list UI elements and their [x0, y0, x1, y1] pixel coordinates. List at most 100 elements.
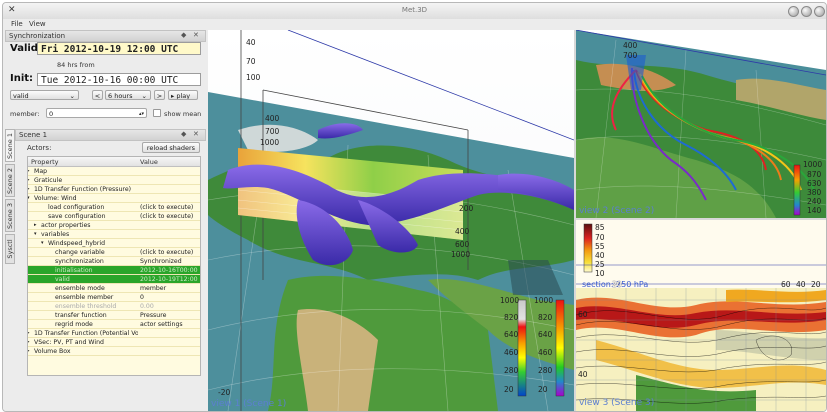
- step-back-button[interactable]: <: [92, 90, 103, 100]
- tree-row[interactable]: ▸ Map: [28, 167, 200, 176]
- property-name: load configuration: [48, 204, 105, 211]
- init-time-field[interactable]: Tue 2012-10-16 00:00 UTC: [37, 73, 201, 86]
- property-name: ensemble threshold: [55, 303, 117, 310]
- colorbar-tick: 820: [504, 313, 519, 322]
- float-icon[interactable]: ◆: [181, 31, 186, 39]
- init-label: Init:: [10, 73, 34, 84]
- step-select[interactable]: 6 hours ⌄: [105, 90, 151, 100]
- scene-dock-title: Scene 1 ◆ ✕: [15, 129, 206, 141]
- tree-row[interactable]: ▸ 1D Transfer Function (Potential Vortici…: [28, 329, 200, 338]
- tree-row[interactable]: change variable (click to execute): [28, 248, 200, 257]
- valid-time-field[interactable]: Fri 2012-10-19 12:00 UTC: [37, 42, 201, 55]
- tree-row[interactable]: ▸ VSec: PV, PT and Wind: [28, 338, 200, 347]
- tab-scene-1[interactable]: Scene 1: [5, 129, 15, 162]
- tree-row[interactable]: ▾ variables: [28, 230, 200, 239]
- axis-tick: 1000: [260, 138, 280, 147]
- expand-right-icon[interactable]: ▸: [28, 347, 30, 356]
- view-1[interactable]: 40 70 100 400 700 1000 -20 200 400 600 1…: [208, 30, 574, 411]
- minimize-button[interactable]: [788, 6, 799, 17]
- tree-row[interactable]: ensemble member 0: [28, 293, 200, 302]
- property-name: VSec: PV, PT and Wind: [34, 339, 104, 346]
- tree-row[interactable]: ▸ Graticule: [28, 176, 200, 185]
- longitude-tick: 60: [781, 280, 791, 289]
- colorbar-tick: 240: [807, 197, 822, 206]
- property-value: Synchronized: [140, 258, 182, 265]
- property-name: change variable: [55, 249, 105, 256]
- colorbar-tick: 1000: [803, 160, 823, 169]
- maximize-button[interactable]: [801, 6, 812, 17]
- property-name: Volume: Wind: [34, 195, 77, 202]
- col-value: Value: [140, 158, 158, 166]
- tree-row[interactable]: load configuration (click to execute): [28, 203, 200, 212]
- property-name: save configuration: [48, 213, 106, 220]
- property-name: Graticule: [34, 177, 63, 184]
- tree-row[interactable]: save configuration (click to execute): [28, 212, 200, 221]
- expand-right-icon[interactable]: ▸: [28, 167, 30, 176]
- show-mean-label: show mean: [164, 110, 202, 118]
- expand-right-icon[interactable]: ▸: [28, 329, 30, 338]
- property-name: valid: [55, 276, 70, 283]
- longitude-tick: 20: [811, 280, 821, 289]
- tree-row[interactable]: regrid mode actor settings: [28, 320, 200, 329]
- play-button[interactable]: ▸ play: [168, 90, 198, 100]
- view-3[interactable]: 85 70 55 40 25 10 section: 250 hPa 20 60…: [576, 220, 826, 411]
- property-value: 0: [140, 294, 144, 301]
- tree-row[interactable]: ▸ Volume Box: [28, 347, 200, 356]
- expand-down-icon[interactable]: ▾: [34, 230, 37, 239]
- tree-row[interactable]: synchronization Synchronized: [28, 257, 200, 266]
- property-name: Map: [34, 168, 48, 175]
- colorbar-tick: 640: [538, 330, 553, 339]
- property-name: 1D Transfer Function (Pressure): [34, 186, 132, 193]
- tree-row[interactable]: ▾ Volume: Wind: [28, 194, 200, 203]
- property-name: transfer function: [55, 312, 107, 319]
- show-mean-checkbox[interactable]: [153, 109, 161, 117]
- tree-row[interactable]: transfer function Pressure: [28, 311, 200, 320]
- menu-view[interactable]: View: [29, 20, 46, 28]
- tab-scene-2[interactable]: Scene 2: [5, 164, 15, 197]
- property-name: ensemble member: [55, 294, 114, 301]
- colorbar-tick: 25: [595, 260, 605, 269]
- spinner-arrows-icon: ▴▾: [138, 111, 144, 117]
- tree-row[interactable]: ▸ actor properties: [28, 221, 200, 230]
- expand-down-icon[interactable]: ▾: [41, 239, 44, 248]
- expand-right-icon[interactable]: ▸: [28, 185, 30, 194]
- sync-mode-select[interactable]: valid ⌄: [10, 90, 79, 100]
- tree-row[interactable]: valid 2012-10-19T12:00: [28, 275, 200, 284]
- view-1-label: view 1 (Scene 1): [211, 399, 287, 409]
- tree-row[interactable]: ▾ Windspeed_hybrid: [28, 239, 200, 248]
- member-spinbox[interactable]: 0 ▴▾: [46, 108, 147, 118]
- colorbar-tick: 85: [595, 223, 605, 232]
- view-2[interactable]: 400 700 1000 870 630 380 240 140 view 2 …: [576, 30, 826, 218]
- float-icon[interactable]: ◆: [181, 130, 186, 138]
- reload-shaders-button[interactable]: reload shaders: [142, 142, 200, 153]
- axis-tick: 100: [246, 73, 261, 82]
- expand-right-icon[interactable]: ▸: [28, 338, 30, 347]
- close-button[interactable]: [814, 6, 825, 17]
- dock-close-icon[interactable]: ✕: [193, 31, 199, 39]
- tree-header: Property Value: [28, 157, 200, 167]
- latitude-tick: 60: [578, 310, 588, 319]
- view-2-label: view 2 (Scene 2): [579, 206, 655, 216]
- step-forward-button[interactable]: >: [154, 90, 165, 100]
- expand-right-icon[interactable]: ▸: [28, 176, 30, 185]
- menu-file[interactable]: File: [11, 20, 23, 28]
- dock-close-icon[interactable]: ✕: [193, 130, 199, 138]
- property-value: 2012-10-19T12:00: [140, 276, 198, 283]
- tree-row[interactable]: ensemble threshold 0.00: [28, 302, 200, 311]
- property-value: 0.00: [140, 303, 154, 310]
- colorbar-tick: 1000: [534, 296, 554, 305]
- expand-right-icon[interactable]: ▸: [34, 221, 37, 230]
- tree-row[interactable]: ensemble mode member: [28, 284, 200, 293]
- colorbar-tick: 70: [595, 233, 605, 242]
- col-property: Property: [31, 158, 59, 166]
- expand-down-icon[interactable]: ▾: [28, 194, 30, 203]
- axis-tick: 70: [246, 57, 256, 66]
- tree-row[interactable]: initialisation 2012-10-16T00:00: [28, 266, 200, 275]
- axis-tick: 700: [623, 51, 638, 60]
- tab-scene-3[interactable]: Scene 3: [5, 199, 15, 232]
- colorbar-tick: 10: [595, 269, 605, 278]
- tree-row[interactable]: ▸ 1D Transfer Function (Pressure): [28, 185, 200, 194]
- tab-sysctl[interactable]: Sysctl: [5, 234, 15, 264]
- property-value: (click to execute): [140, 249, 194, 256]
- property-name: Windspeed_hybrid: [48, 240, 106, 247]
